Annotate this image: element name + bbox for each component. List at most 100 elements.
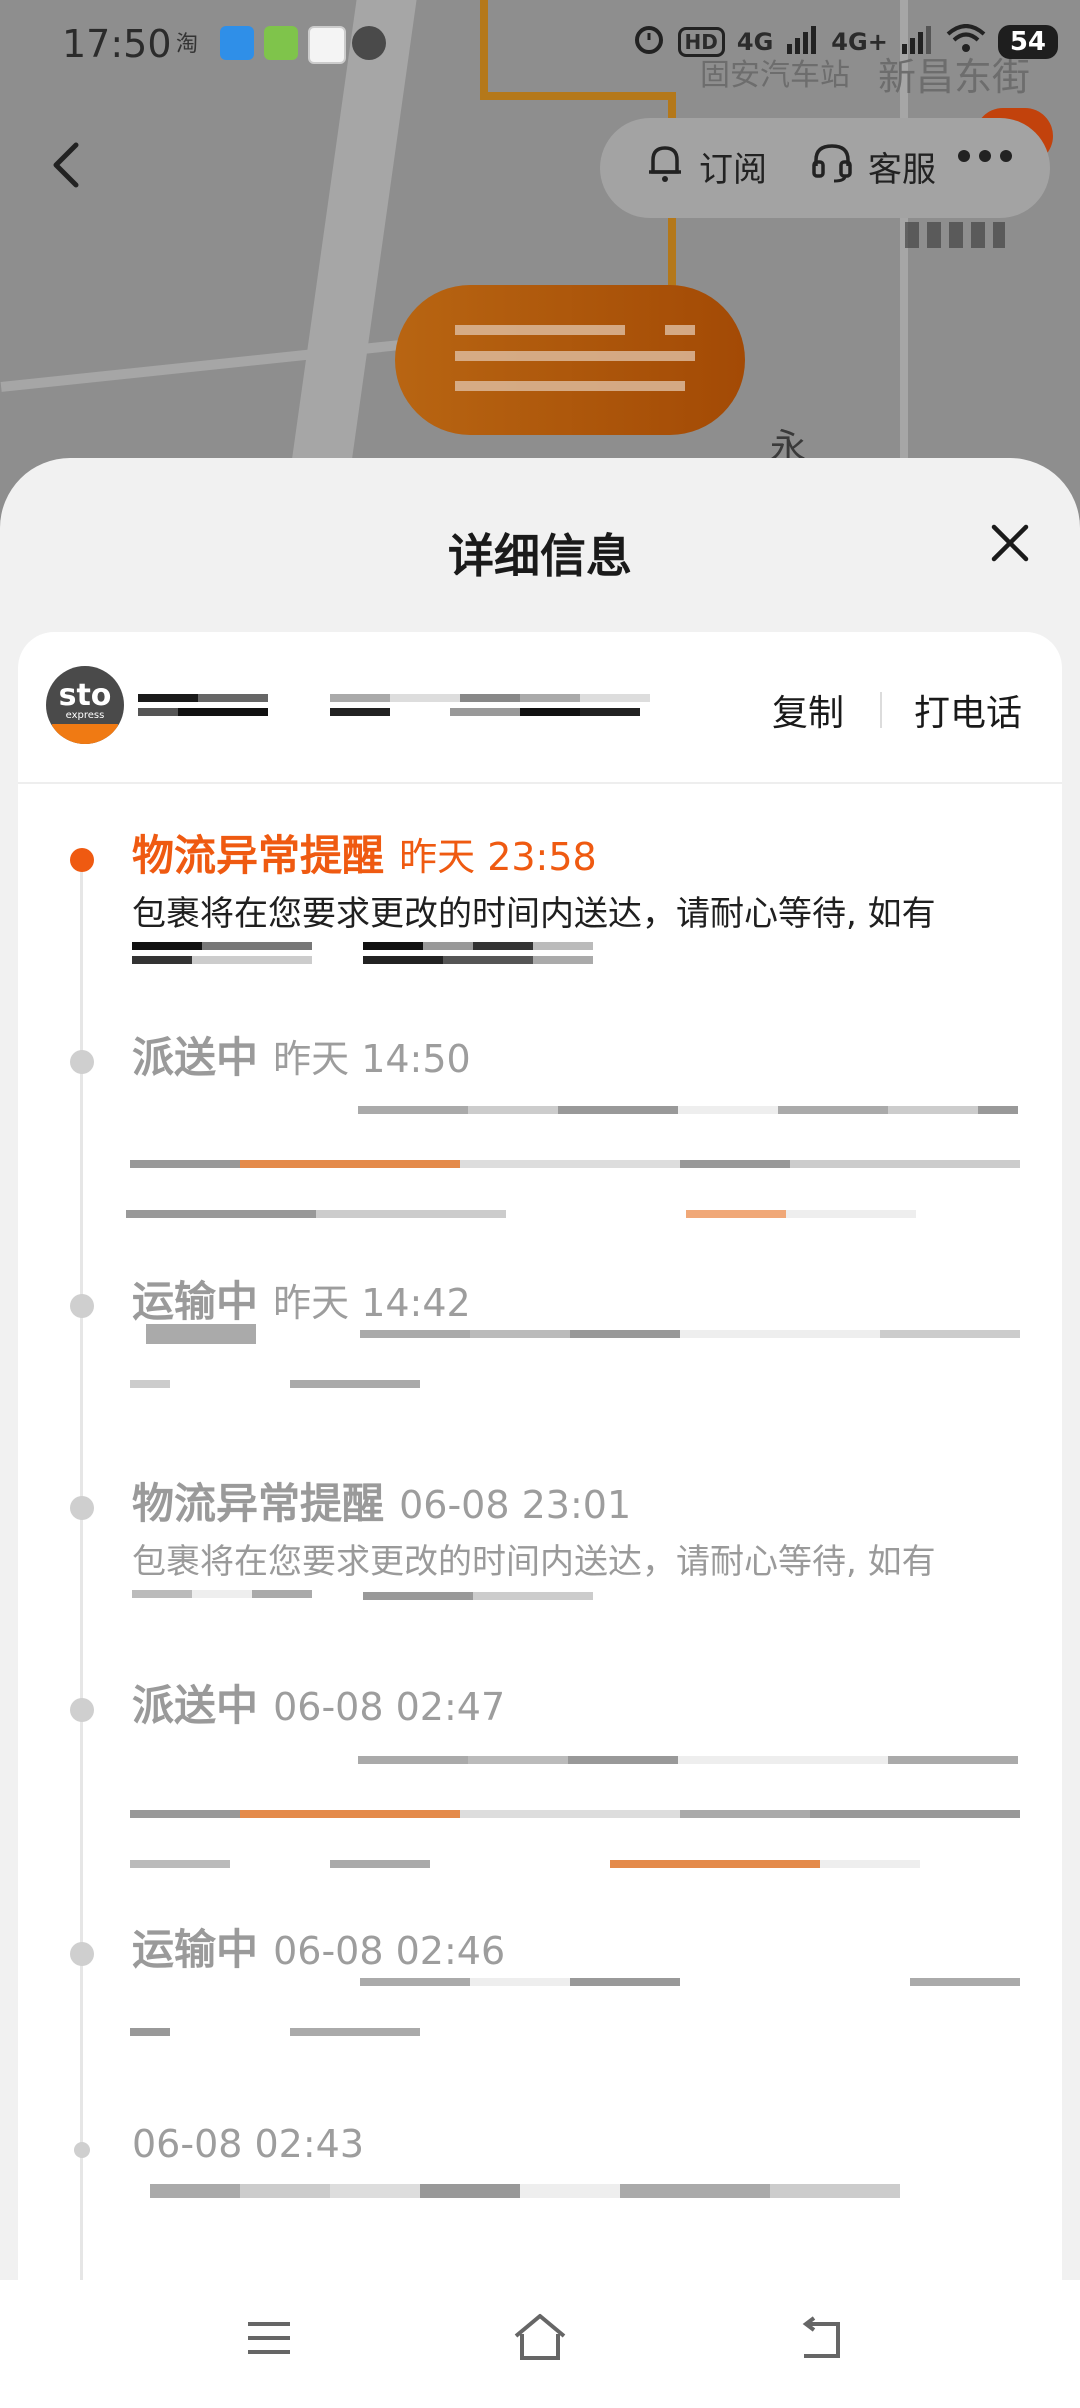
description-redacted (132, 956, 312, 964)
status-right-group: HD 4G 4G+ 54 (632, 22, 1058, 62)
status-time: 17:50 (62, 22, 172, 66)
call-button[interactable]: 打电话 (914, 684, 1022, 736)
back-nav-button[interactable] (798, 2316, 848, 2366)
timeline-line (80, 864, 83, 2404)
timeline-dot (70, 1050, 94, 1074)
close-button[interactable] (988, 521, 1032, 565)
iqiyi-icon (264, 26, 298, 60)
subscribe-button[interactable]: 订阅 (645, 140, 767, 193)
description-redacted (363, 942, 593, 950)
status-description: 包裹将在您要求更改的时间内送达，请耐心等待, 如有 (132, 1542, 936, 1582)
chevron-left-icon (53, 142, 79, 188)
map-location-marker[interactable] (395, 285, 745, 435)
status-time: 06-08 23:01 (399, 1483, 632, 1527)
description-redacted (363, 1592, 593, 1600)
description-redacted (132, 942, 312, 950)
courier-name-redacted (138, 708, 268, 716)
marker-text-redacted (665, 325, 695, 335)
tracking-card: sto express 复制 打电话 物流异常提醒 昨天 23:58 包裹将在您… (18, 632, 1062, 2408)
signal-icon (900, 24, 934, 60)
description-redacted (358, 1106, 1018, 1114)
description-redacted (358, 1756, 1018, 1764)
description-redacted (130, 1380, 420, 1388)
marker-text-redacted (455, 325, 625, 335)
map-app-icon (308, 26, 346, 64)
status-header: 物流异常提醒 06-08 23:01 (132, 1470, 631, 1531)
logo-subtext: express (65, 710, 105, 721)
logo-text: sto (58, 678, 112, 713)
status-time: 06-08 02:47 (273, 1685, 506, 1729)
status-time: 昨天 14:42 (273, 1281, 471, 1325)
description-redacted (360, 1330, 1020, 1338)
back-arrow-icon (802, 2316, 840, 2358)
timeline-dot (70, 1496, 94, 1520)
taobao-icon: 淘 (176, 32, 199, 57)
status-header: 运输中 06-08 02:46 (132, 1916, 505, 1977)
signal-icon (785, 24, 819, 60)
more-options-button[interactable] (958, 150, 1012, 162)
back-button[interactable] (40, 135, 96, 195)
status-bar: 17:50 淘 HD 4G 4G+ 54 (0, 0, 1080, 84)
system-nav-bar (0, 2280, 1080, 2408)
timeline-dot (70, 1294, 94, 1318)
menu-icon (248, 2322, 290, 2354)
network-label-2: 4G+ (831, 28, 888, 56)
wifi-icon (946, 24, 986, 60)
status-header: 派送中 昨天 14:50 (132, 1024, 471, 1085)
alarm-icon (632, 22, 666, 62)
description-redacted (130, 2028, 420, 2036)
status-time: 06-08 02:46 (273, 1929, 506, 1973)
status-header: 物流异常提醒 昨天 23:58 (132, 822, 597, 883)
status-title: 物流异常提醒 (132, 831, 385, 880)
app-icon-e (220, 26, 254, 60)
description-redacted (130, 1160, 1020, 1168)
close-icon (991, 524, 1029, 562)
description-redacted (150, 2184, 900, 2198)
status-title: 派送中 (132, 1681, 259, 1730)
dot (979, 150, 991, 162)
description-redacted (132, 1590, 312, 1598)
marker-text-redacted (665, 351, 695, 361)
status-description: 包裹将在您要求更改的时间内送达，请耐心等待, 如有 (132, 894, 936, 934)
timeline-dot (70, 1942, 94, 1966)
tracking-number-redacted (330, 694, 650, 702)
status-header: 派送中 06-08 02:47 (132, 1672, 505, 1733)
menu-button[interactable] (246, 2318, 292, 2362)
hd-icon: HD (677, 27, 725, 57)
tracking-number-redacted (330, 708, 650, 716)
subscribe-label: 订阅 (699, 150, 767, 190)
headset-icon (810, 140, 854, 193)
home-icon (514, 2314, 566, 2360)
service-label: 客服 (868, 150, 936, 190)
courier-row: sto express 复制 打电话 (18, 632, 1062, 784)
bell-icon (645, 140, 685, 193)
home-button[interactable] (510, 2312, 570, 2366)
marker-text-redacted (455, 381, 685, 391)
description-redacted (126, 1210, 916, 1218)
status-time: 昨天 14:50 (273, 1037, 471, 1081)
status-header: 运输中 昨天 14:42 (132, 1268, 471, 1329)
status-title: 运输中 (132, 1925, 259, 1974)
status-time: 06-08 02:43 (132, 2122, 365, 2166)
battery-indicator: 54 (997, 25, 1058, 59)
copy-button[interactable]: 复制 (772, 684, 844, 736)
timeline-dot (74, 2142, 90, 2158)
route-line (480, 92, 675, 100)
description-redacted (130, 1810, 1020, 1818)
status-title: 派送中 (132, 1033, 259, 1082)
marker-text-redacted (455, 351, 665, 361)
sto-express-logo: sto express (46, 666, 124, 744)
timeline-dot-active (70, 848, 94, 872)
description-redacted (146, 1324, 256, 1344)
dot (1000, 150, 1012, 162)
courier-name-redacted (138, 694, 268, 702)
status-time: 昨天 23:58 (399, 835, 597, 879)
status-header: 06-08 02:43 (132, 2118, 364, 2167)
description-redacted (360, 1978, 1020, 1986)
details-sheet: 详细信息 sto express 复制 打电话 物流异常提醒 昨天 23:58 … (0, 458, 1080, 2408)
weather-cloud-icon (352, 26, 386, 60)
status-title: 物流异常提醒 (132, 1479, 385, 1528)
status-title: 运输中 (132, 1277, 259, 1326)
customer-service-button[interactable]: 客服 (810, 140, 936, 193)
description-redacted (130, 1860, 920, 1868)
